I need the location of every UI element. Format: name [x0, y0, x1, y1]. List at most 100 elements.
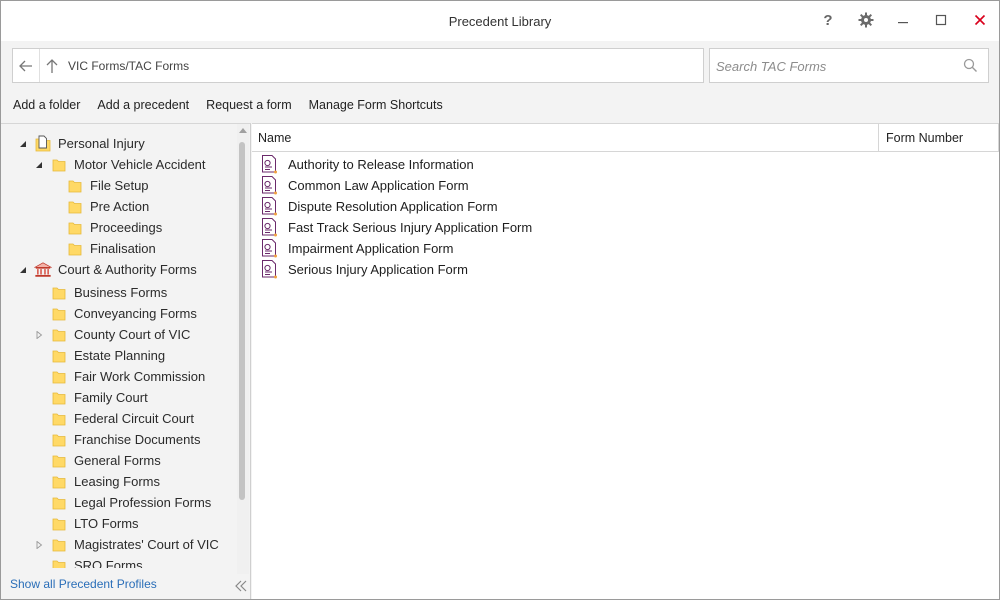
list-item-name: Fast Track Serious Injury Application Fo…: [288, 220, 533, 235]
tree-node-label: SRO Forms: [74, 558, 143, 568]
folder-icon: [50, 452, 68, 470]
expander-placeholder: [50, 202, 60, 212]
list-item[interactable]: Common Law Application Form: [252, 175, 999, 196]
tree-node-motor-vehicle-accident[interactable]: Motor Vehicle Accident: [34, 154, 206, 175]
folder-icon: [50, 326, 68, 344]
maximize-button[interactable]: [927, 7, 955, 33]
precedent-library-window: Precedent Library ? VIC Forms/TAC Forms …: [0, 0, 1000, 600]
tree-node-county-court-of-vic[interactable]: County Court of VIC: [34, 324, 190, 345]
list-item[interactable]: Dispute Resolution Application Form: [252, 196, 999, 217]
list-item[interactable]: Authority to Release Information: [252, 154, 999, 175]
scrollbar-thumb[interactable]: [239, 142, 245, 500]
tree-node-pre-action[interactable]: Pre Action: [50, 196, 149, 217]
form-document-icon: [261, 197, 279, 217]
tree-node-court-authority-forms[interactable]: Court & Authority Forms: [18, 259, 197, 280]
expanded-arrow-icon[interactable]: [34, 160, 44, 170]
search-icon[interactable]: [963, 58, 978, 76]
expander-placeholder: [34, 351, 44, 361]
column-header-name[interactable]: Name: [252, 124, 879, 152]
minimize-button[interactable]: [889, 7, 917, 33]
folder-icon: [50, 368, 68, 386]
up-button[interactable]: [39, 49, 63, 82]
list-item-name: Impairment Application Form: [288, 241, 454, 256]
tree-node-legal-profession-forms[interactable]: Legal Profession Forms: [34, 492, 211, 513]
tree-node-label: Business Forms: [74, 285, 168, 300]
form-document-icon: [261, 239, 279, 259]
search-box: [709, 48, 989, 83]
scroll-up-arrow-icon[interactable]: [239, 128, 247, 133]
folder-tree-panel: Personal Injury Motor Vehicle Accident Fil…: [1, 123, 251, 599]
tree-node-proceedings[interactable]: Proceedings: [50, 217, 162, 238]
list-item-name: Common Law Application Form: [288, 178, 469, 193]
tree-node-label: Magistrates' Court of VIC: [74, 537, 219, 552]
breadcrumb[interactable]: VIC Forms/TAC Forms: [68, 59, 189, 73]
search-input[interactable]: [716, 57, 956, 75]
expander-placeholder: [34, 309, 44, 319]
tree-node-business-forms[interactable]: Business Forms: [34, 282, 167, 303]
tree-node-leasing-forms[interactable]: Leasing Forms: [34, 471, 160, 492]
folder-icon: [66, 198, 84, 216]
expander-placeholder: [34, 372, 44, 382]
expander-placeholder: [34, 477, 44, 487]
show-all-profiles-link[interactable]: Show all Precedent Profiles: [10, 577, 157, 591]
maximize-icon: [935, 14, 947, 26]
folder-icon: [66, 240, 84, 258]
expander-placeholder: [50, 223, 60, 233]
request-form-button[interactable]: Request a form: [206, 98, 291, 114]
form-document-icon: [261, 260, 279, 280]
folder-icon: [50, 156, 68, 174]
folder-icon: [66, 177, 84, 195]
folder-icon: [50, 410, 68, 428]
tree-node-estate-planning[interactable]: Estate Planning: [34, 345, 165, 366]
collapsed-arrow-icon[interactable]: [34, 540, 44, 550]
expander-placeholder: [34, 498, 44, 508]
tree-node-sro-forms[interactable]: SRO Forms: [34, 555, 143, 568]
add-folder-button[interactable]: Add a folder: [13, 98, 80, 114]
list-item[interactable]: Impairment Application Form: [252, 238, 999, 259]
tree-node-label: Conveyancing Forms: [74, 306, 197, 321]
collapsed-arrow-icon[interactable]: [34, 330, 44, 340]
tree-node-franchise-documents[interactable]: Franchise Documents: [34, 429, 200, 450]
tree-node-personal-injury[interactable]: Personal Injury: [18, 133, 145, 154]
column-header-form-number[interactable]: Form Number: [879, 124, 999, 152]
collapse-panel-icon[interactable]: [233, 578, 249, 594]
list-item[interactable]: Serious Injury Application Form: [252, 259, 999, 280]
back-arrow-icon: [18, 60, 32, 71]
manage-form-shortcuts-button[interactable]: Manage Form Shortcuts: [309, 98, 443, 114]
settings-gear-icon[interactable]: [852, 7, 880, 33]
tree-node-label: Motor Vehicle Accident: [74, 157, 206, 172]
list-item[interactable]: Fast Track Serious Injury Application Fo…: [252, 217, 999, 238]
tree-node-label: Personal Injury: [58, 136, 145, 151]
window-title: Precedent Library: [448, 14, 552, 29]
tree-scrollbar[interactable]: [237, 124, 249, 574]
tree-node-family-court[interactable]: Family Court: [34, 387, 148, 408]
tree-node-general-forms[interactable]: General Forms: [34, 450, 161, 471]
folder-icon: [50, 515, 68, 533]
tree-node-label: Court & Authority Forms: [58, 262, 197, 277]
expanded-arrow-icon[interactable]: [18, 265, 28, 275]
tree-node-fair-work-commission[interactable]: Fair Work Commission: [34, 366, 205, 387]
tree-node-federal-circuit-court[interactable]: Federal Circuit Court: [34, 408, 194, 429]
back-button[interactable]: [13, 49, 38, 82]
list-item-name: Serious Injury Application Form: [288, 262, 468, 277]
tree-node-finalisation[interactable]: Finalisation: [50, 238, 156, 259]
expander-placeholder: [34, 519, 44, 529]
add-precedent-button[interactable]: Add a precedent: [97, 98, 189, 114]
tree-node-label: County Court of VIC: [74, 327, 191, 342]
folder-icon: [50, 305, 68, 323]
folder-icon: [50, 494, 68, 512]
help-button[interactable]: ?: [814, 7, 842, 33]
tree-node-file-setup[interactable]: File Setup: [50, 175, 149, 196]
tree-node-magistrates-court-of-vic[interactable]: Magistrates' Court of VIC: [34, 534, 219, 555]
folder-icon: [50, 284, 68, 302]
form-document-icon: [261, 176, 279, 196]
tree-node-conveyancing-forms[interactable]: Conveyancing Forms: [34, 303, 197, 324]
folder-icon: [50, 536, 68, 554]
folder-icon: [50, 389, 68, 407]
expander-placeholder: [34, 414, 44, 424]
precedent-list: Authority to Release Information Common L…: [252, 154, 999, 280]
close-button[interactable]: [966, 7, 994, 33]
minimize-icon: [898, 22, 908, 24]
expanded-arrow-icon[interactable]: [18, 139, 28, 149]
tree-node-lto-forms[interactable]: LTO Forms: [34, 513, 139, 534]
